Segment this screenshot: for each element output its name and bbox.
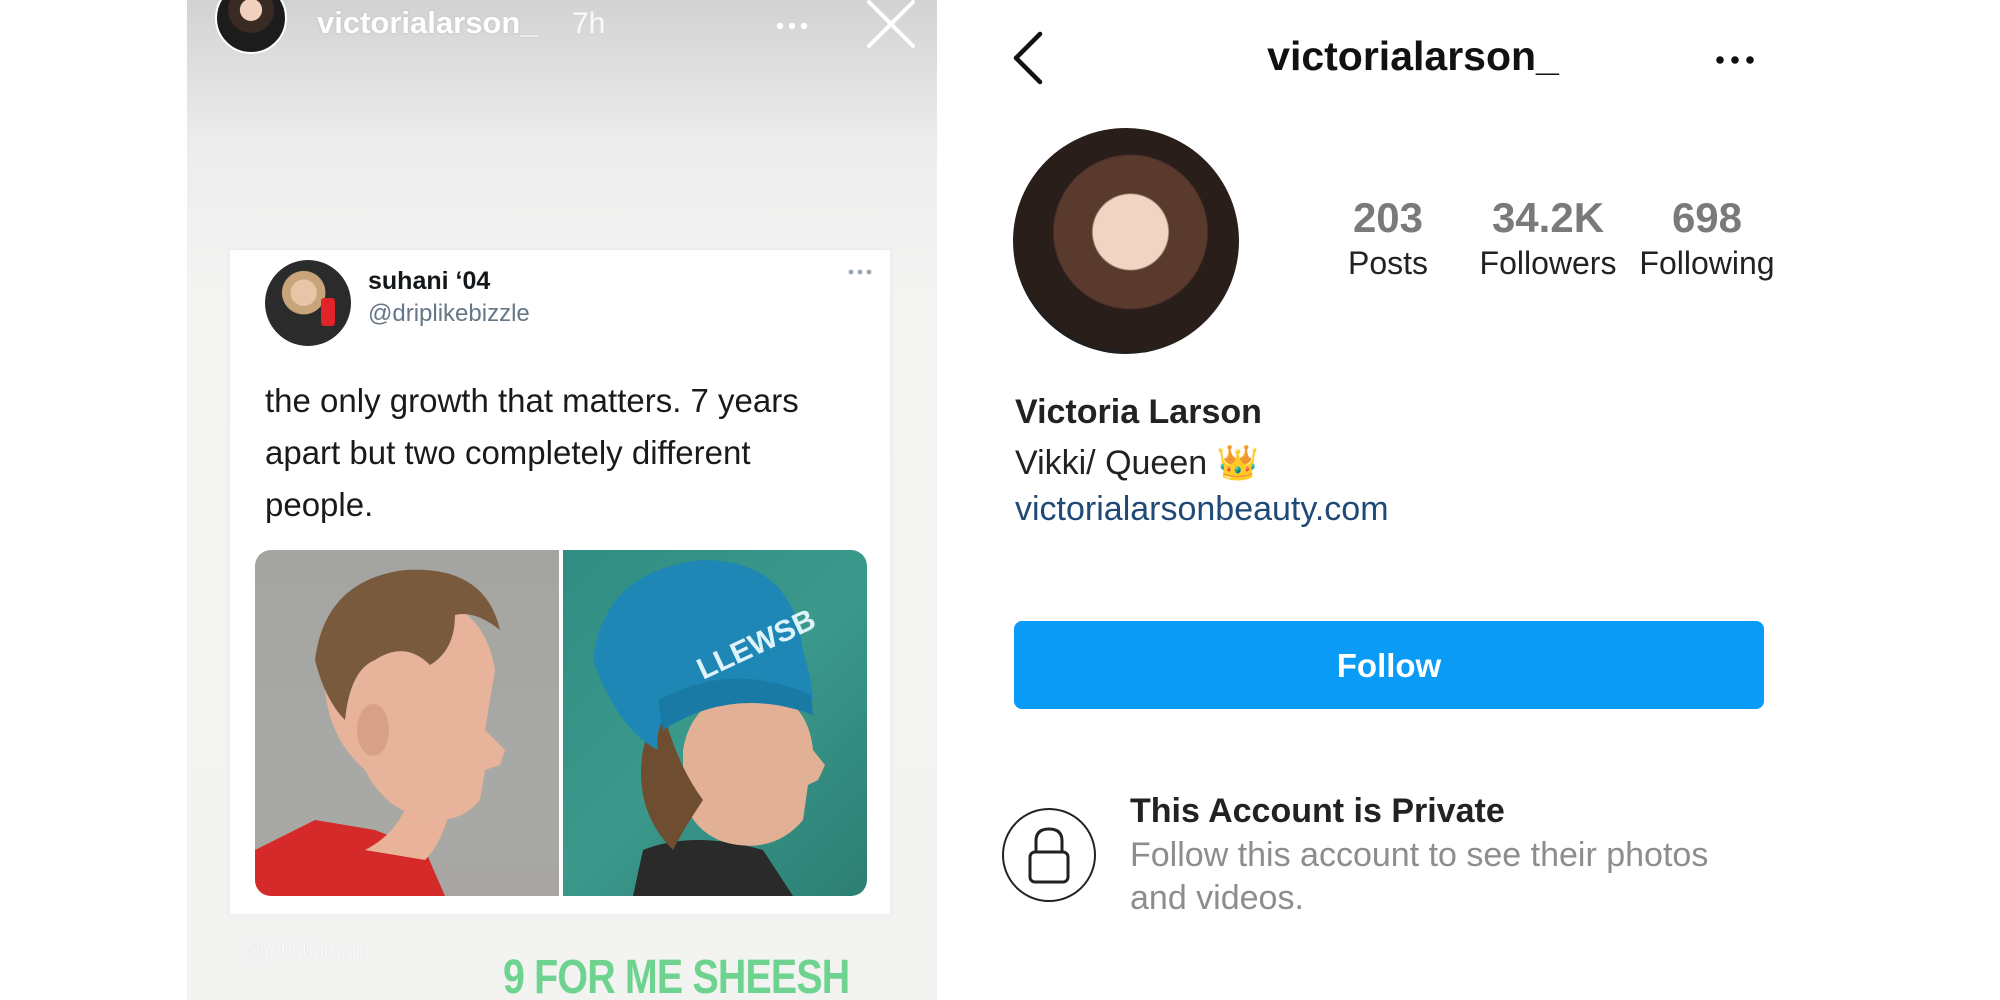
story-panel[interactable]: victorialarson_ 7h suhani ‘04 @driplikeb… xyxy=(187,0,937,1000)
tweet-text: the only growth that matters. 7 years ap… xyxy=(265,382,799,523)
tweet-card: suhani ‘04 @driplikebizzle the only grow… xyxy=(230,250,890,914)
tweet-more-icon xyxy=(848,269,872,275)
story-credit: @jdbshuman xyxy=(245,940,364,962)
story-timestamp: 7h xyxy=(572,7,606,40)
lock-icon xyxy=(1002,808,1096,902)
more-options-icon[interactable] xyxy=(772,6,812,46)
tweet-avatar xyxy=(265,260,351,346)
follow-button[interactable]: Follow xyxy=(1014,621,1764,709)
private-account-subtitle: Follow this account to see their photos … xyxy=(1130,836,1709,917)
profile-avatar[interactable] xyxy=(1013,128,1239,354)
stat-followers[interactable]: 34.2K Followers xyxy=(1466,195,1630,285)
story-avatar[interactable] xyxy=(215,0,287,54)
stat-posts[interactable]: 203 Posts xyxy=(1308,195,1468,285)
following-label: Following xyxy=(1639,245,1775,281)
profile-username: victorialarson_ xyxy=(1267,33,1559,79)
profile-bio: Vikki/ Queen 👑 xyxy=(1015,444,1259,482)
private-account-title: This Account is Private xyxy=(1130,792,1505,830)
tweet-author-handle: @driplikebizzle xyxy=(368,300,530,327)
profile-panel: victorialarson_ 203 Posts 34.2K Follower… xyxy=(938,0,2000,1000)
followers-label: Followers xyxy=(1479,245,1617,281)
profile-website-link[interactable]: victorialarsonbeauty.com xyxy=(1015,490,1389,529)
posts-label: Posts xyxy=(1347,245,1429,281)
more-options-icon[interactable] xyxy=(1713,50,1758,70)
story-caption: 9 FOR ME SHEESH xyxy=(503,951,850,1000)
following-count: 698 xyxy=(1671,194,1743,241)
posts-count: 203 xyxy=(1352,194,1424,241)
tweet-author-name: suhani ‘04 xyxy=(368,267,491,295)
story-username[interactable]: victorialarson_ xyxy=(317,5,538,41)
followers-count: 34.2K xyxy=(1491,194,1605,241)
stat-following[interactable]: 698 Following xyxy=(1632,195,1782,285)
mugshot-photo xyxy=(255,550,559,896)
beanie-portrait-photo: LLEWSB xyxy=(563,550,867,896)
close-icon[interactable] xyxy=(865,0,917,50)
profile-full-name: Victoria Larson xyxy=(1015,393,1262,431)
